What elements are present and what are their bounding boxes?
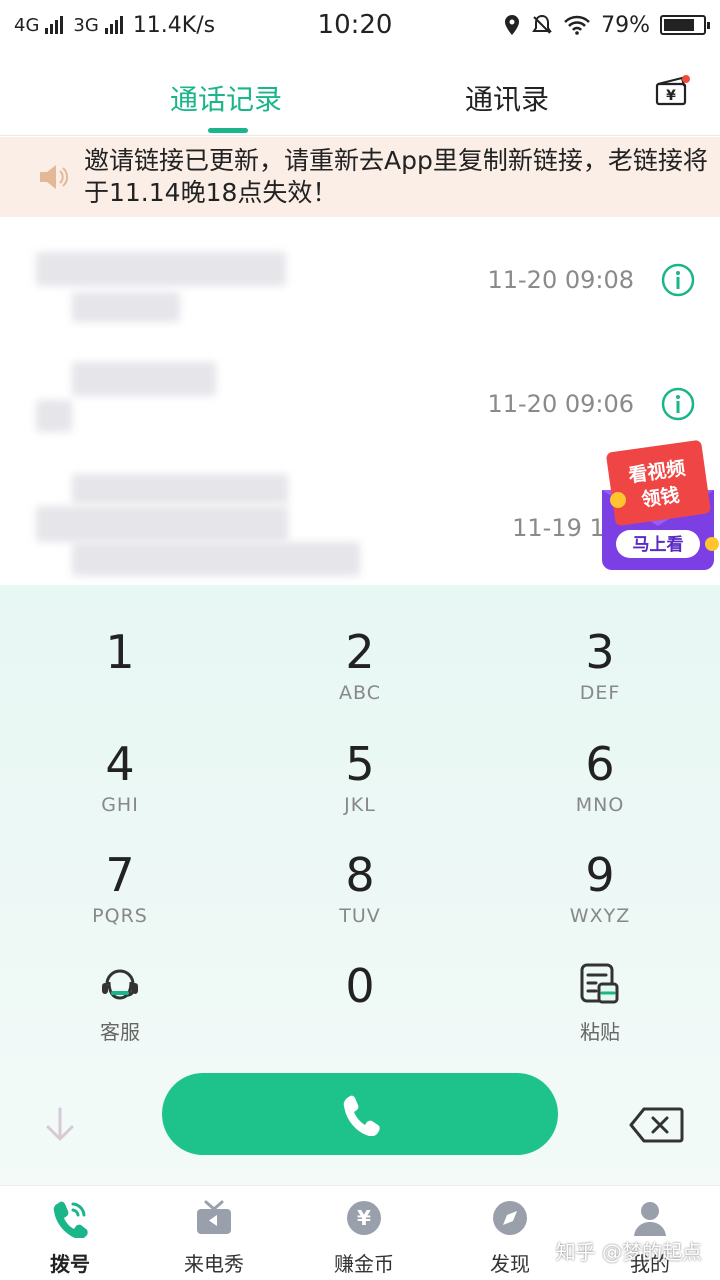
watermark: 知乎 @梦的起点 [555,1240,702,1264]
location-icon [505,15,520,35]
key-2[interactable]: 2 ABC [240,610,480,722]
nav-earn-coins[interactable]: ¥ 赚金币 [294,1198,434,1277]
paste-label: 粘贴 [580,1020,620,1044]
blurred-number [36,400,72,432]
nav-call-show[interactable]: 来电秀 [144,1198,284,1277]
tv-icon [197,1200,231,1234]
call-time: 11-20 09:06 [487,390,634,418]
network-3g: 3G [73,14,99,36]
network-4g: 4G [14,14,40,36]
headset-icon [102,969,138,1000]
battery-icon [660,15,710,35]
tab-indicator [208,128,248,133]
status-left: 4G 3G 11.4K/s [14,13,294,38]
call-button[interactable] [162,1073,558,1155]
wifi-icon [564,15,590,35]
notice-banner[interactable]: 邀请链接已更新，请重新去App里复制新链接，老链接将于11.14晚18点失效！ [0,137,720,217]
customer-service-label: 客服 [100,1020,140,1044]
nav-dial-label: 拨号 [50,1252,90,1276]
call-log-row[interactable]: 11-20 09:08 [0,220,720,342]
backspace-icon[interactable] [628,1106,684,1144]
mute-bell-icon [532,14,552,34]
info-icon[interactable] [660,386,696,422]
notice-text: 邀请链接已更新，请重新去App里复制新链接，老链接将于11.14晚18点失效！ [84,146,708,207]
blurred-number [72,292,180,322]
blurred-name [72,474,288,504]
phone-icon [343,1095,380,1136]
nav-earn-coins-label: 赚金币 [334,1252,394,1276]
key-6[interactable]: 6 MNO [480,722,720,834]
info-icon[interactable] [660,262,696,298]
top-tabs: 通话记录 通讯录 ¥ [0,62,720,136]
blurred-name [72,362,216,396]
user-icon [634,1202,666,1236]
status-bar: 4G 3G 11.4K/s 10:20 79% [0,0,720,50]
customer-service-button[interactable]: 客服 [0,944,240,1056]
svg-text:¥: ¥ [666,88,676,104]
blurred-number [36,506,288,542]
signal-icon [45,16,64,34]
key-3[interactable]: 3 DEF [480,610,720,722]
promo-button[interactable]: 马上看 [633,534,684,555]
nav-call-show-label: 来电秀 [184,1252,244,1276]
phone-icon [53,1201,88,1240]
key-1[interactable]: 1 [0,610,240,722]
call-time: 11-20 09:08 [487,266,634,294]
key-9[interactable]: 9 WXYZ [480,833,720,945]
network-speed: 11.4K/s [132,12,216,38]
nav-dial[interactable]: 拨号 [0,1198,140,1277]
compass-icon [493,1201,527,1235]
blurred-number [72,542,360,576]
bottom-nav: 拨号 来电秀 ¥ 赚金币 发现 我的 [0,1185,720,1280]
key-0[interactable]: 0 [240,944,480,1056]
key-7[interactable]: 7 PQRS [0,833,240,945]
key-4[interactable]: 4 GHI [0,722,240,834]
key-8[interactable]: 8 TUV [240,833,480,945]
collapse-keypad-icon[interactable] [40,1105,80,1145]
key-5[interactable]: 5 JKL [240,722,480,834]
status-right: 79% [426,12,710,38]
paste-icon [580,963,619,1004]
paste-button[interactable]: 粘贴 [480,944,720,1056]
promo-video-reward[interactable]: 看视频 领钱 马上看 [596,440,720,574]
svg-text:¥: ¥ [357,1206,371,1230]
clock: 10:20 [317,10,393,40]
yen-coin-icon: ¥ [347,1201,381,1235]
tab-call-log[interactable]: 通话记录 [170,78,282,118]
battery-percent: 79% [601,12,650,38]
wallet-icon[interactable]: ¥ [654,74,690,108]
signal-icon-2 [104,16,123,34]
speaker-icon [40,165,69,189]
tab-contacts[interactable]: 通讯录 [465,78,549,118]
blurred-name [36,252,286,286]
